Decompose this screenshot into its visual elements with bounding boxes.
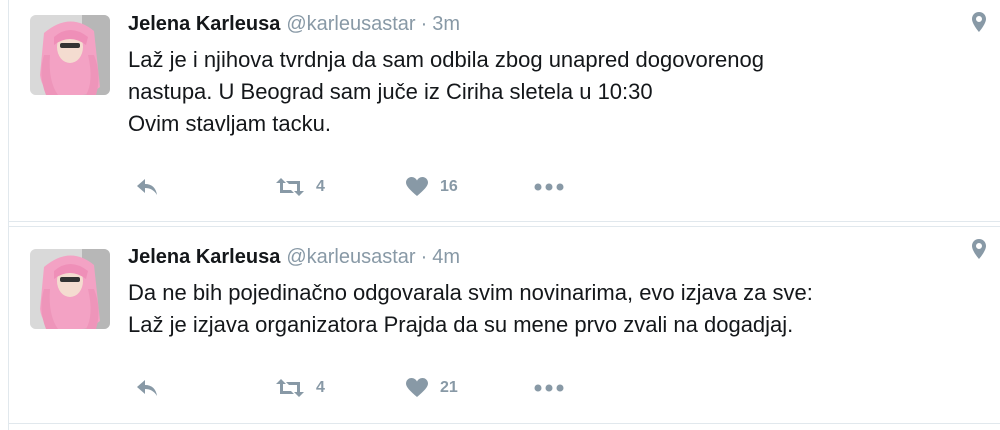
more-dots-icon [534,183,564,191]
username[interactable]: @karleusastar [286,246,415,268]
display-name[interactable]: Jelena Karleusa [128,13,280,35]
map-pin-icon[interactable] [972,239,986,264]
tweet[interactable]: Jelena Karleusa @karleusastar · 3m Laž je i… [8,0,1000,222]
like-button[interactable]: 16 [406,174,458,200]
tweet-actions: 4 21 [128,375,628,401]
separator: · [420,246,428,268]
heart-icon [406,378,428,397]
display-name[interactable]: Jelena Karleusa [128,246,280,268]
tweet-text-line: nastupa. U Beograd sam juče iz Ciriha sl… [128,79,653,104]
retweet-count: 4 [316,178,325,195]
heart-icon [406,177,428,196]
reply-icon [137,380,157,396]
tweet-header: Jelena Karleusa @karleusastar · 4m [128,244,460,270]
tweet-header: Jelena Karleusa @karleusastar · 3m [128,11,460,37]
separator: · [420,13,428,35]
retweet-button[interactable]: 4 [276,375,325,401]
retweet-icon [276,379,304,397]
timestamp-link[interactable]: 4m [432,246,460,268]
reply-button[interactable] [136,174,158,200]
tweet-text-line: Ovim stavljam tacku. [128,111,331,136]
avatar-image [30,249,110,329]
retweet-icon [276,178,304,196]
tweet-text: Laž je i njihova tvrdnja da sam odbila z… [128,44,968,140]
tweet-text: Da ne bih pojedinačno odgovarala svim no… [128,277,968,341]
reply-button[interactable] [136,375,158,401]
more-button[interactable] [534,375,564,401]
like-count: 16 [440,178,458,195]
tweet[interactable]: Jelena Karleusa @karleusastar · 4m Da ne bi… [8,226,1000,424]
avatar[interactable] [30,249,110,329]
avatar-image [30,15,110,95]
tweet-text-line: Da ne bih pojedinačno odgovarala svim no… [128,280,813,305]
tweet-text-line: Laž je izjava organizatora Prajda da su … [128,312,794,337]
tweet-actions: 4 16 [128,174,628,200]
avatar[interactable] [30,15,110,95]
like-button[interactable]: 21 [406,375,458,401]
timestamp-link[interactable]: 3m [432,13,460,35]
tweet-text-line: Laž je i njihova tvrdnja da sam odbila z… [128,47,764,72]
map-pin-icon[interactable] [972,12,986,37]
username[interactable]: @karleusastar [286,13,415,35]
retweet-count: 4 [316,379,325,396]
reply-icon [137,179,157,195]
more-dots-icon [534,384,564,392]
tweet-stream: Jelena Karleusa @karleusastar · 3m Laž je i… [0,0,1000,430]
retweet-button[interactable]: 4 [276,174,325,200]
more-button[interactable] [534,174,564,200]
like-count: 21 [440,379,458,396]
